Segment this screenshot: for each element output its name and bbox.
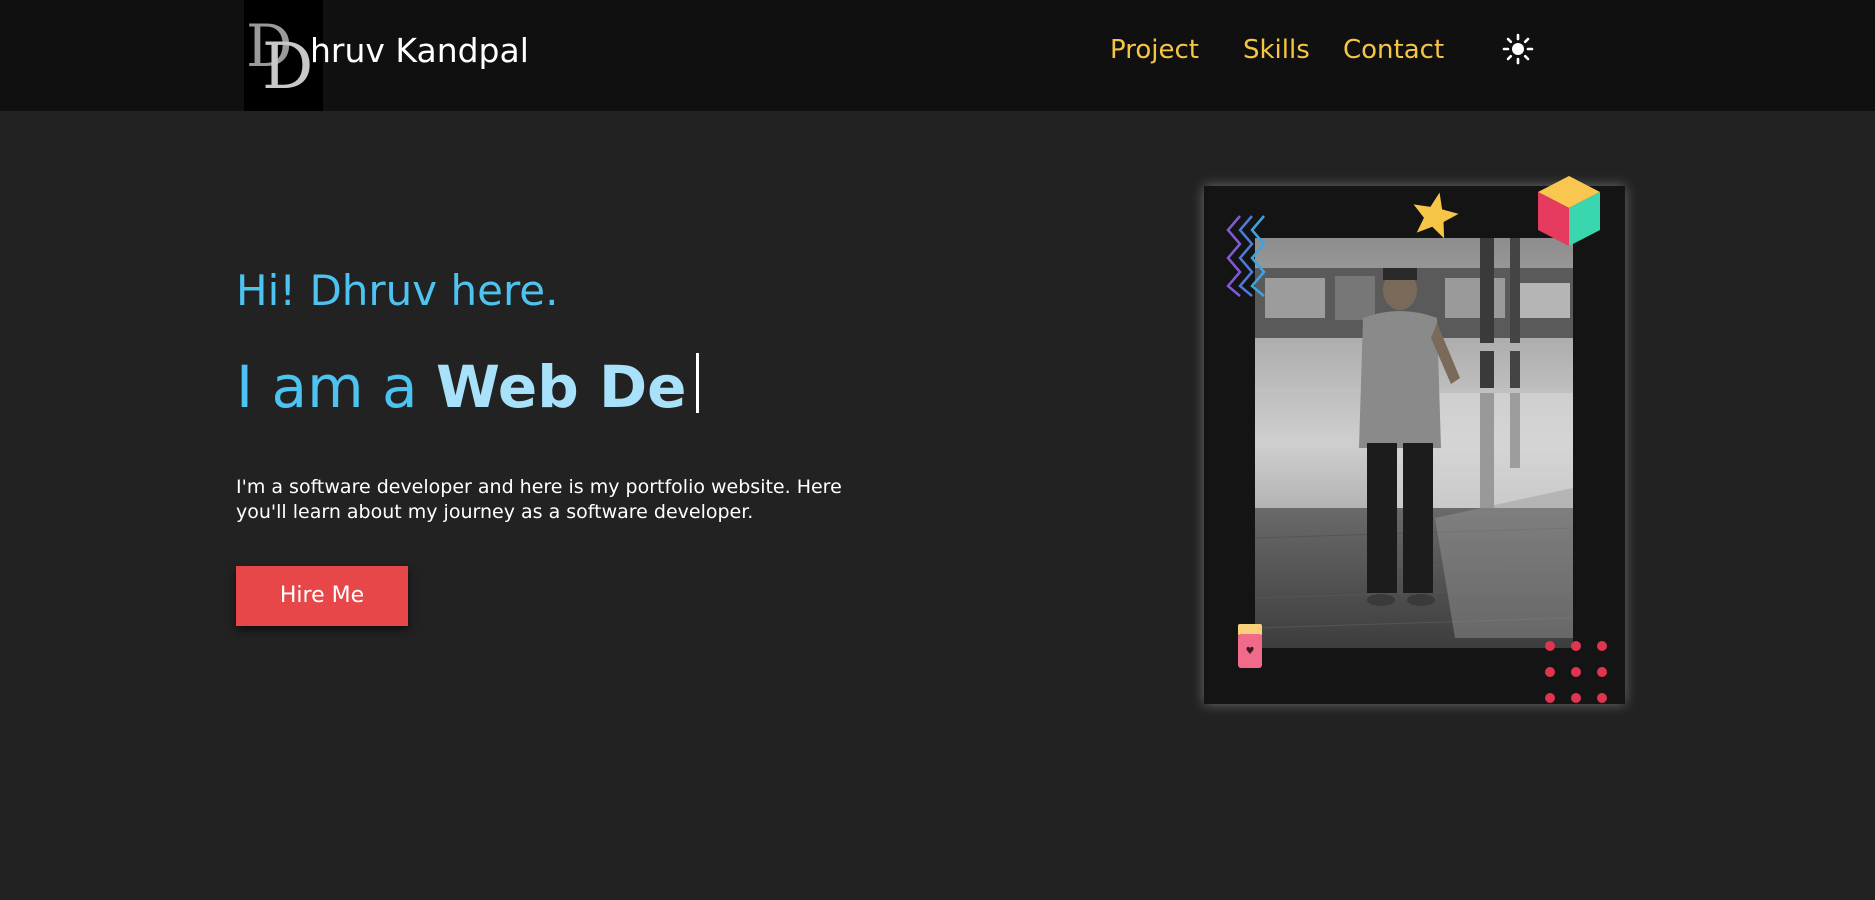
hero-intro: I'm a software developer and here is my … (236, 476, 842, 523)
dots-pattern-icon (1545, 641, 1607, 703)
hero-greeting: Hi! Dhruv here. (236, 266, 559, 315)
cup-icon: ♥ (1238, 624, 1262, 668)
sun-icon[interactable] (1502, 33, 1534, 65)
zigzag-icon (1226, 215, 1266, 297)
hero-role-line: I am a Web De (236, 350, 700, 424)
typing-cursor (696, 353, 700, 413)
star-icon (1413, 192, 1459, 238)
role-prefix: I am a (236, 353, 436, 421)
cube-icon (1538, 176, 1600, 246)
nav-link-project[interactable]: Project (1110, 30, 1199, 70)
hire-me-button[interactable]: Hire Me (236, 566, 408, 626)
svg-text:♥: ♥ (1246, 646, 1255, 657)
portrait-photo (1255, 238, 1573, 648)
nav-link-skills[interactable]: Skills (1243, 30, 1310, 70)
nav-link-contact[interactable]: Contact (1343, 30, 1444, 70)
brand-name[interactable]: hruv Kandpal (310, 26, 529, 76)
role-typed-text: Web De (436, 353, 687, 421)
navbar: D D hruv Kandpal Project Skills Contact (0, 0, 1875, 111)
svg-text:D: D (262, 30, 313, 104)
